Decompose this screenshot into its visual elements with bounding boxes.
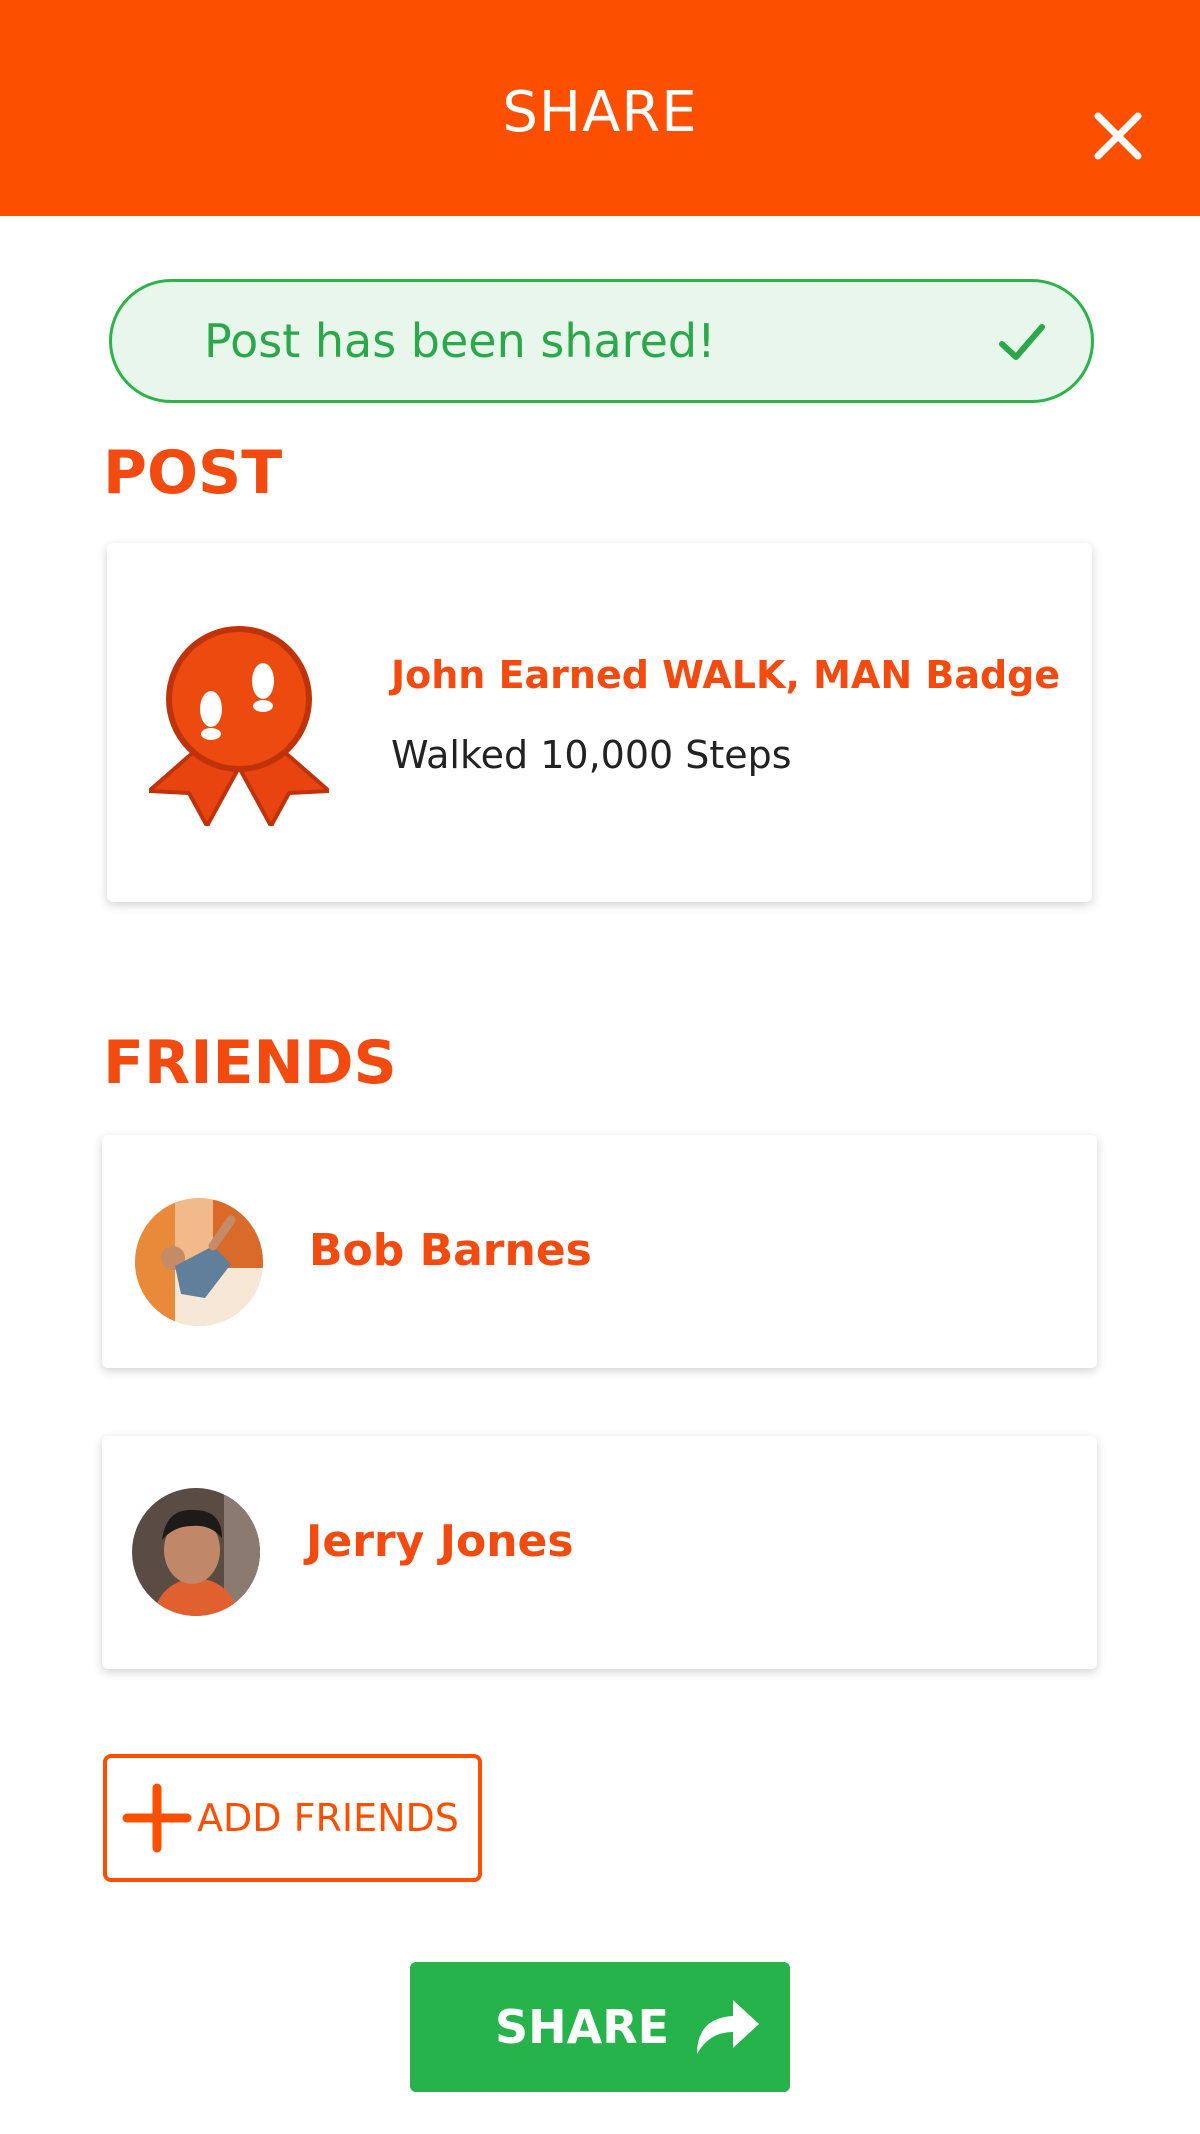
share-arrow-icon: [697, 2000, 759, 2054]
share-button[interactable]: SHARE: [410, 1962, 790, 2092]
friend-item-jerry-jones[interactable]: Jerry Jones: [102, 1436, 1097, 1669]
close-icon: [1094, 112, 1142, 160]
plus-icon: [122, 1783, 192, 1853]
post-section-title: POST: [103, 438, 283, 508]
badge-footprints-icon: [149, 626, 329, 826]
friend-item-bob-barnes[interactable]: Bob Barnes: [102, 1135, 1097, 1368]
toast-message: Post has been shared!: [204, 314, 716, 368]
page-title: SHARE: [502, 79, 698, 145]
add-friends-button[interactable]: ADD FRIENDS: [103, 1754, 482, 1882]
success-toast: Post has been shared!: [109, 279, 1094, 403]
close-button[interactable]: [1090, 108, 1146, 164]
post-heading: John Earned WALK, MAN Badge: [391, 653, 1061, 697]
post-card: John Earned WALK, MAN Badge Walked 10,00…: [107, 543, 1092, 902]
post-subtitle: Walked 10,000 Steps: [391, 733, 792, 777]
friends-section-title: FRIENDS: [103, 1028, 397, 1098]
share-button-label: SHARE: [495, 2000, 670, 2054]
friend-name: Jerry Jones: [306, 1516, 574, 1567]
add-friends-label: ADD FRIENDS: [197, 1796, 459, 1840]
app-header: SHARE: [0, 0, 1200, 216]
check-icon: [999, 324, 1045, 360]
friend-name: Bob Barnes: [309, 1225, 592, 1276]
avatar: [135, 1198, 263, 1326]
avatar: [132, 1488, 260, 1616]
